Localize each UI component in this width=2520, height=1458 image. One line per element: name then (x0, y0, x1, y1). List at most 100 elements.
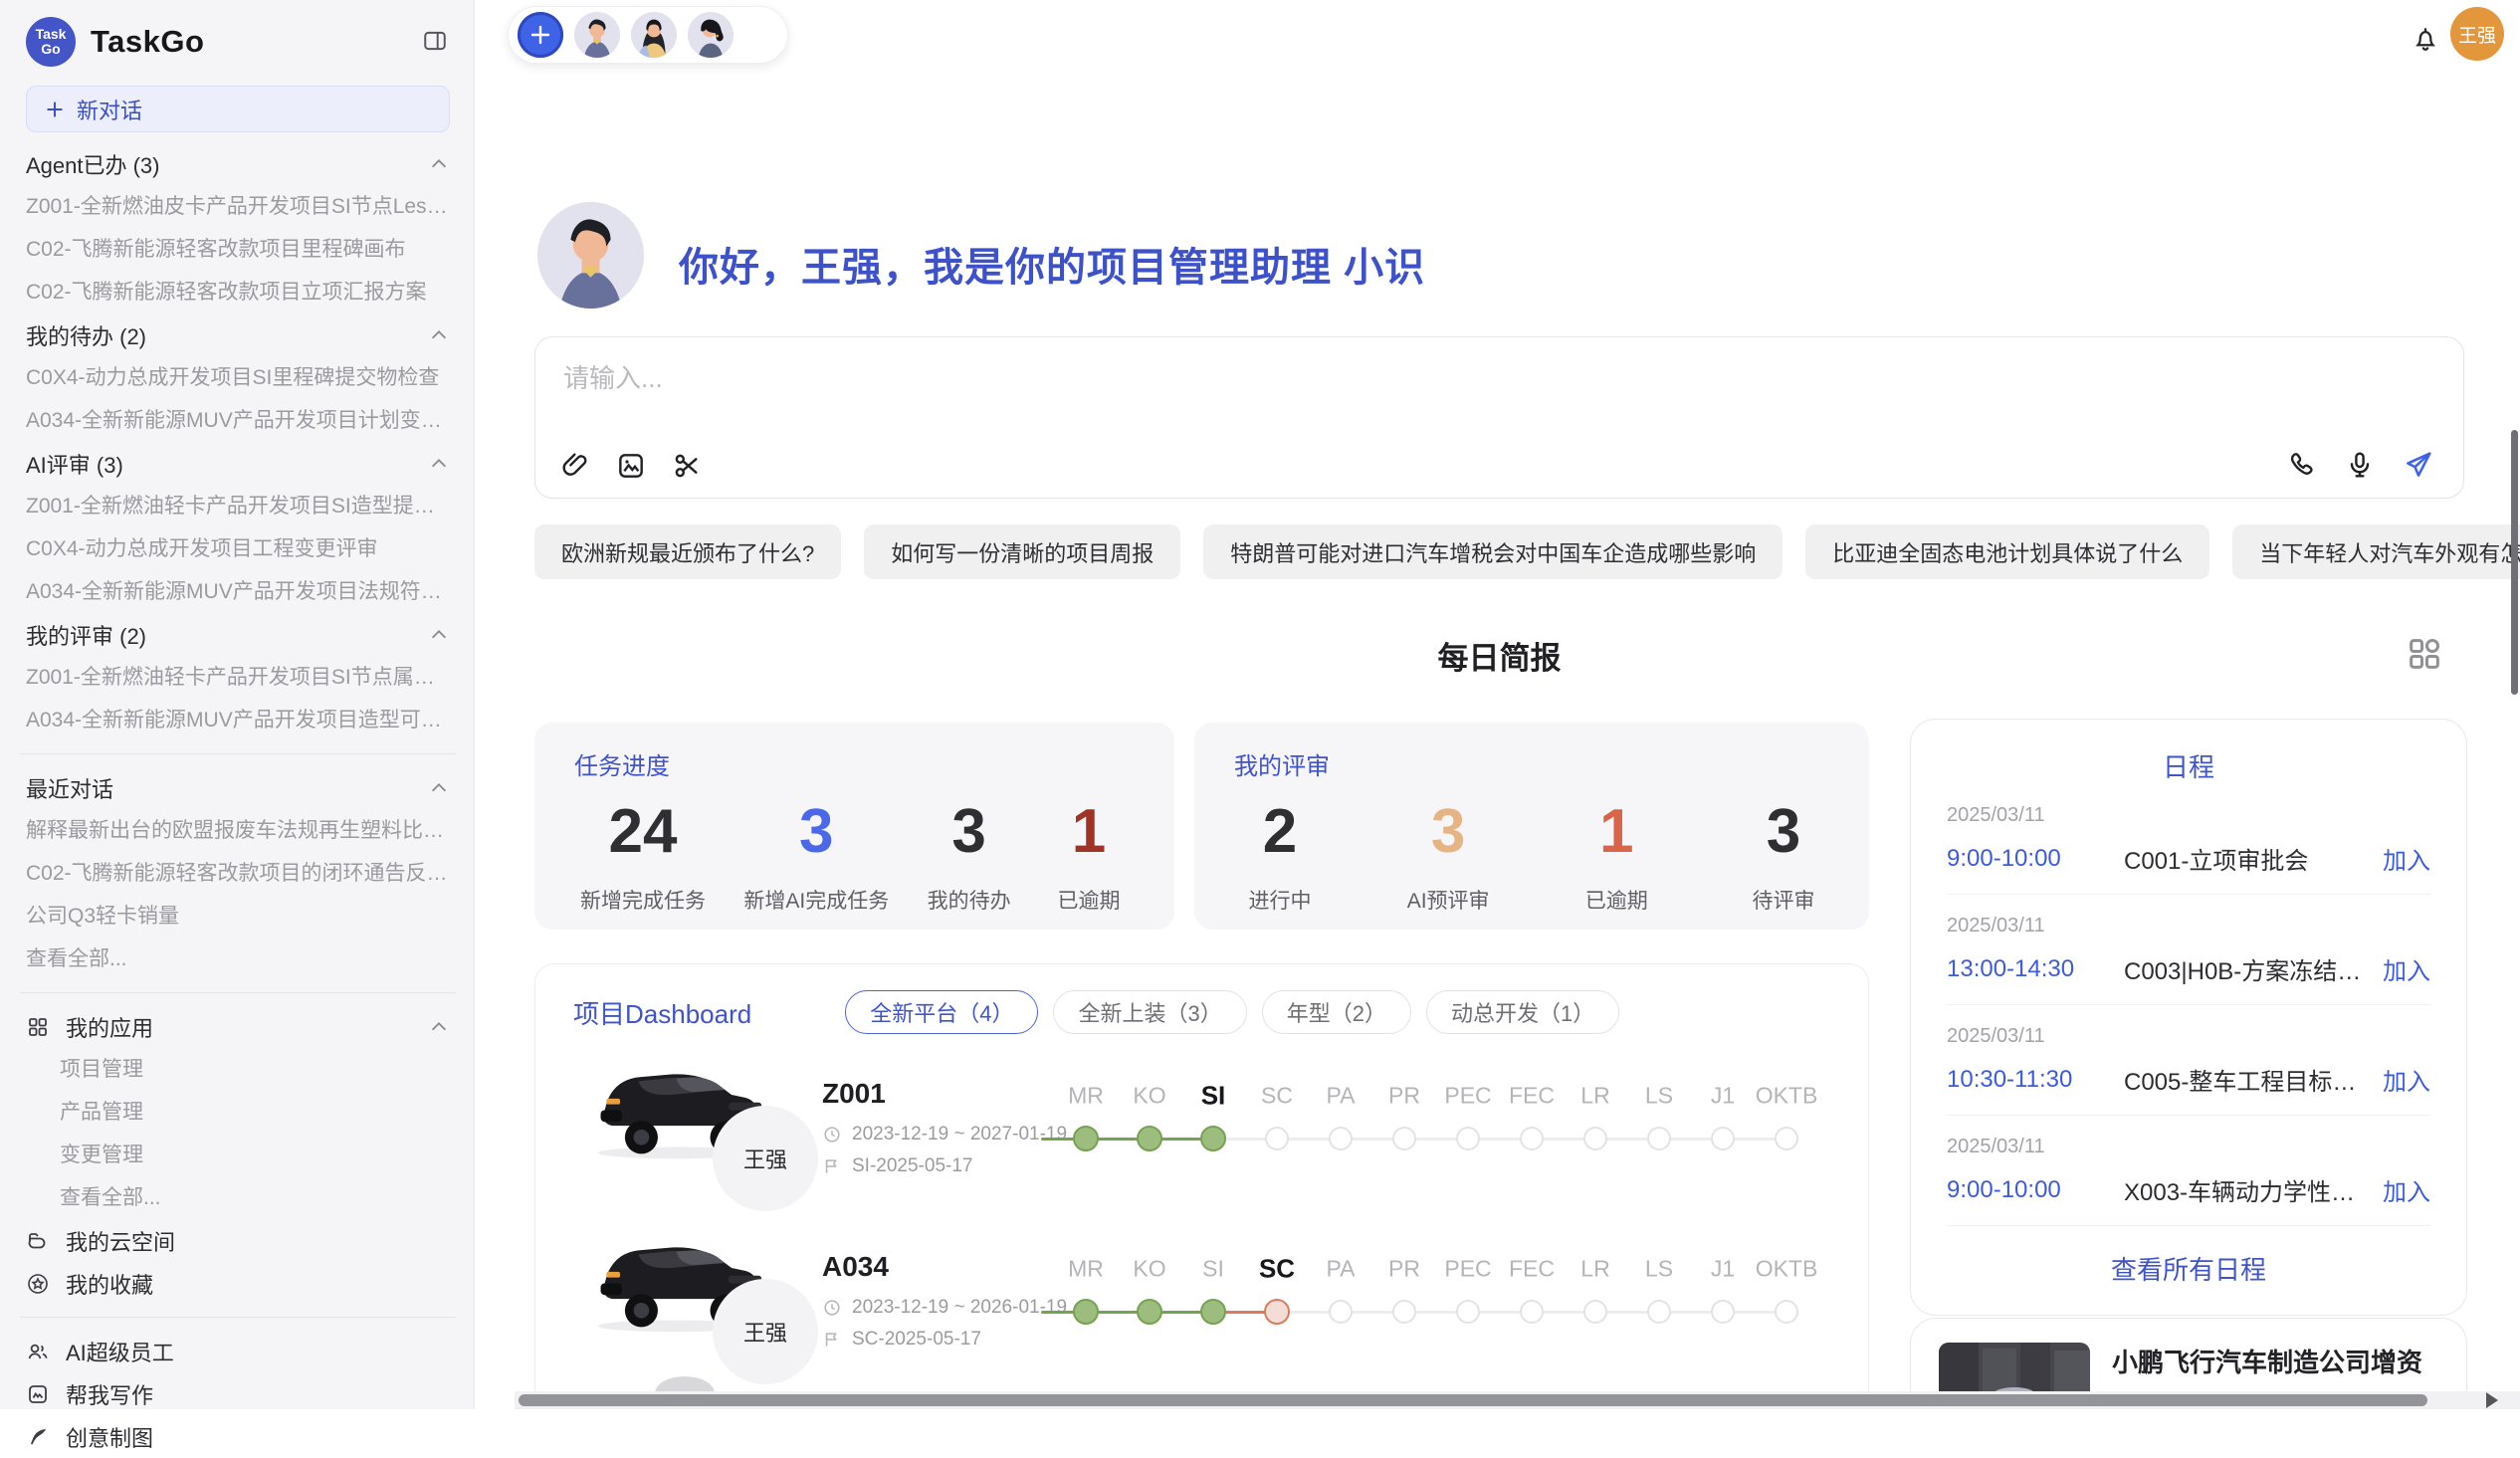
sidebar-conversation-item[interactable]: C02-飞腾新能源轻客改款项目里程碑画布 (26, 228, 450, 271)
stat-label: 已逾期 (1576, 885, 1656, 915)
milestone-node[interactable] (1265, 1127, 1289, 1150)
milestone-node[interactable] (1073, 1299, 1099, 1325)
dashboard-tabs: 全新平台（4） 全新上装（3） 年型（2） 动总开发（1） (845, 990, 1619, 1034)
milestone-node[interactable] (1456, 1127, 1480, 1150)
sidebar-collapse-icon[interactable] (422, 28, 448, 54)
suggestion-chip[interactable]: 特朗普可能对进口汽车增税会对中国车企造成哪些影响 (1203, 524, 1783, 579)
agent-avatar-1[interactable] (574, 12, 620, 58)
sidebar-item-star[interactable]: 我的收藏 (26, 1262, 450, 1305)
sidebar-tool-pen[interactable]: 创意制图 (26, 1415, 450, 1458)
horizontal-scrollbar-thumb[interactable] (519, 1394, 2427, 1406)
new-chat-button[interactable]: 新对话 (26, 86, 450, 132)
sidebar-section-header-0[interactable]: Agent已办 (3) (26, 142, 450, 185)
milestone-node[interactable] (1329, 1300, 1353, 1324)
project-code[interactable]: A034 (822, 1251, 889, 1283)
sidebar-section-header-2[interactable]: AI评审 (3) (26, 442, 450, 485)
sidebar-section-header-recent[interactable]: 最近对话 (26, 766, 450, 809)
milestone-node[interactable] (1775, 1127, 1798, 1150)
sidebar-conversation-item[interactable]: Z001-全新燃油轻卡产品开发项目SI造型提交物评审 (26, 485, 450, 527)
sidebar-section-header-3[interactable]: 我的评审 (2) (26, 613, 450, 656)
chevron-up-icon (428, 777, 450, 799)
milestone-node[interactable] (1583, 1127, 1607, 1150)
dashboard-tab[interactable]: 年型（2） (1262, 990, 1411, 1034)
sidebar-tool-people[interactable]: AI超级员工 (26, 1330, 450, 1372)
add-agent-button[interactable] (518, 12, 563, 58)
suggestion-chip[interactable]: 如何写一份清晰的项目周报 (864, 524, 1180, 579)
notification-bell-icon[interactable] (2411, 24, 2440, 54)
horizontal-scrollbar[interactable] (515, 1391, 2520, 1409)
sidebar-conversation-item[interactable]: Z001-全新燃油皮卡产品开发项目SI节点Lesson Learn报告 (26, 185, 450, 228)
scroll-right-arrow-icon[interactable] (2486, 1392, 2498, 1408)
dashboard-tab[interactable]: 全新平台（4） (845, 990, 1038, 1034)
milestone-label: PEC (1444, 1083, 1491, 1110)
news-body: 小鹏飞行汽车制造公司增资 天眼查 App 显示，近日广州汇天飞行汽... (2112, 1343, 2438, 1385)
schedule-join-link[interactable]: 加入 (2383, 1062, 2430, 1097)
sidebar-section-header-apps[interactable]: 我的应用 (26, 1005, 450, 1048)
milestone-node[interactable] (1264, 1299, 1290, 1325)
sidebar-conversation-item[interactable]: A034-全新新能源MUV产品开发项目计划变更表编写 (26, 399, 450, 442)
sidebar-recent-item[interactable]: 解释最新出台的欧盟报废车法规再生塑料比例被调至15%... (26, 809, 450, 852)
sidebar-recent-item[interactable]: 查看全部... (26, 937, 450, 980)
milestone-node[interactable] (1775, 1300, 1798, 1324)
agent-avatar-3[interactable] (688, 12, 734, 58)
milestone-node[interactable] (1647, 1127, 1671, 1150)
milestone-node[interactable] (1583, 1300, 1607, 1324)
milestone-node[interactable] (1200, 1126, 1226, 1151)
vertical-scrollbar-thumb[interactable] (2511, 430, 2518, 695)
user-avatar[interactable]: 王强 (2450, 7, 2504, 61)
dashboard-tab[interactable]: 动总开发（1） (1426, 990, 1619, 1034)
project-code[interactable]: Z001 (822, 1078, 886, 1110)
send-icon[interactable] (2402, 448, 2435, 482)
milestone-node[interactable] (1137, 1299, 1162, 1325)
sidebar-conversation-item[interactable]: A034-全新新能源MUV产品开发项目法规符合性评审 (26, 570, 450, 613)
sidebar-conversation-item[interactable]: C0X4-动力总成开发项目工程变更评审 (26, 527, 450, 570)
suggestion-chip[interactable]: 比亚迪全固态电池计划具体说了什么 (1805, 524, 2209, 579)
suggestion-chip[interactable]: 当下年轻人对汽车外观有怎样的喜好趋势 (2232, 524, 2520, 579)
sidebar-conversation-item[interactable]: Z001-全新燃油轻卡产品开发项目SI节点属性5D文件评审 (26, 656, 450, 699)
milestone-node[interactable] (1711, 1127, 1735, 1150)
dashboard-tab[interactable]: 全新上装（3） (1053, 990, 1246, 1034)
milestone-node[interactable] (1200, 1299, 1226, 1325)
sidebar-app-item[interactable]: 项目管理 (26, 1048, 450, 1091)
milestone-node[interactable] (1456, 1300, 1480, 1324)
briefing-layout-icon[interactable] (2405, 634, 2444, 674)
attachment-icon[interactable] (559, 450, 591, 482)
milestone-node[interactable] (1137, 1126, 1162, 1151)
milestone-node[interactable] (1073, 1126, 1099, 1151)
image-upload-icon[interactable] (615, 450, 647, 482)
voice-call-icon[interactable] (2286, 449, 2318, 481)
sidebar-recent-item[interactable]: C02-飞腾新能源轻客改款项目的闭环通告反馈情况 (26, 852, 450, 895)
screenshot-scissors-icon[interactable] (671, 450, 703, 482)
milestone-node[interactable] (1520, 1300, 1544, 1324)
sidebar-conversation-item[interactable]: C02-飞腾新能源轻客改款项目立项汇报方案 (26, 271, 450, 313)
schedule-join-link[interactable]: 加入 (2383, 841, 2430, 876)
milestone-node[interactable] (1392, 1300, 1416, 1324)
stat-value: 1 (1576, 799, 1656, 865)
milestone-node[interactable] (1647, 1300, 1671, 1324)
microphone-icon[interactable] (2344, 449, 2376, 481)
milestone-node[interactable] (1520, 1127, 1544, 1150)
chat-input[interactable] (561, 355, 2058, 401)
sidebar-item-cloud[interactable]: 我的云空间 (26, 1219, 450, 1262)
milestone-node[interactable] (1392, 1127, 1416, 1150)
milestone-node[interactable] (1711, 1300, 1735, 1324)
sidebar-app-item[interactable]: 变更管理 (26, 1134, 450, 1176)
sidebar-conversation-item[interactable]: A034-全新新能源MUV产品开发项目造型可行性评审 (26, 699, 450, 741)
suggestion-chip[interactable]: 欧洲新规最近颁布了什么? (534, 524, 841, 579)
project-dashboard-card: 项目Dashboard 全新平台（4）全新上装（3）年型（2）动总开发（1） 王… (534, 963, 1869, 1409)
sidebar-recent-item[interactable]: 公司Q3轻卡销量 (26, 895, 450, 937)
schedule-join-link[interactable]: 加入 (2383, 1172, 2430, 1207)
stat-metric: 1 已逾期 (1576, 799, 1656, 915)
sidebar-app-item[interactable]: 查看全部... (26, 1176, 450, 1219)
task-progress-card: 任务进度24新增完成任务3新增AI完成任务3我的待办1已逾期 (534, 723, 1174, 930)
sidebar-section-header-1[interactable]: 我的待办 (2) (26, 313, 450, 356)
view-all-schedule-link[interactable]: 查看所有日程 (1947, 1250, 2430, 1287)
milestone-node[interactable] (1329, 1127, 1353, 1150)
schedule-join-link[interactable]: 加入 (2383, 951, 2430, 986)
sidebar-item-label: 我的云空间 (66, 1225, 175, 1257)
sidebar-app-item[interactable]: 产品管理 (26, 1091, 450, 1134)
sidebar-conversation-item[interactable]: C0X4-动力总成开发项目SI里程碑提交物检查 (26, 356, 450, 399)
avatar-illustration (574, 12, 620, 58)
agent-avatar-2[interactable] (631, 12, 677, 58)
milestone-label: MR (1068, 1083, 1104, 1110)
